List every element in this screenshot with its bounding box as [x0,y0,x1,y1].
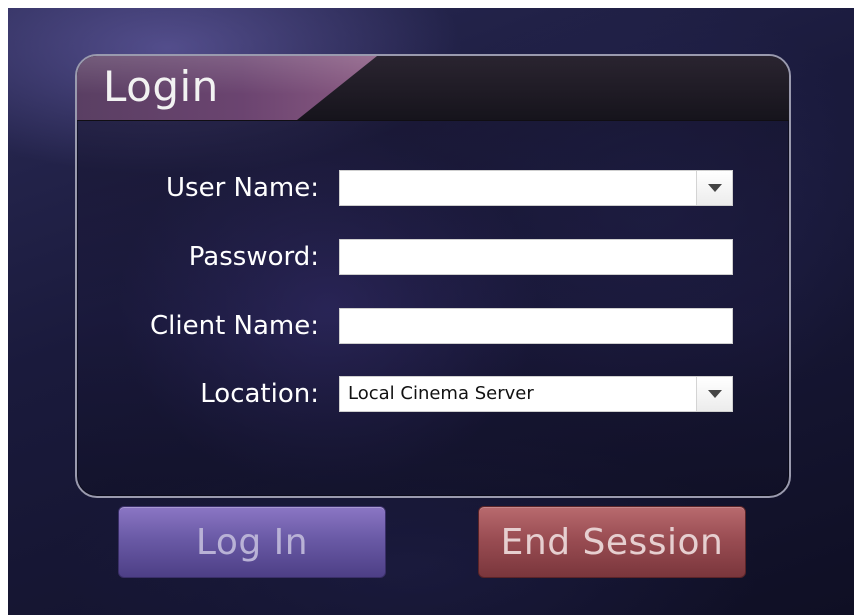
username-dropdown-button[interactable] [696,171,732,205]
password-input[interactable] [340,240,732,274]
username-row: User Name: [77,170,789,208]
location-row: Location: Local Cinema Server [77,376,789,414]
client-name-row: Client Name: [77,308,789,346]
chevron-down-icon [707,184,722,192]
panel-header: Login [77,56,789,121]
location-label: Location: [200,379,319,409]
app-background: Login User Name: Password: Client Name: [8,8,854,615]
login-panel: Login User Name: Password: Client Name: [75,54,791,498]
client-name-input[interactable] [340,309,732,343]
log-in-button[interactable]: Log In [118,506,386,578]
username-input[interactable] [340,171,732,205]
username-combobox[interactable] [339,170,733,206]
password-field[interactable] [339,239,733,275]
location-dropdown-button[interactable] [696,377,732,411]
username-label: User Name: [166,173,319,203]
location-selected-value: Local Cinema Server [348,383,534,404]
client-name-field[interactable] [339,308,733,344]
password-label: Password: [188,242,319,272]
panel-title: Login [103,62,219,111]
location-select[interactable]: Local Cinema Server [339,376,733,412]
password-row: Password: [77,239,789,277]
client-name-label: Client Name: [150,311,319,341]
chevron-down-icon [707,390,722,398]
end-session-button[interactable]: End Session [478,506,746,578]
